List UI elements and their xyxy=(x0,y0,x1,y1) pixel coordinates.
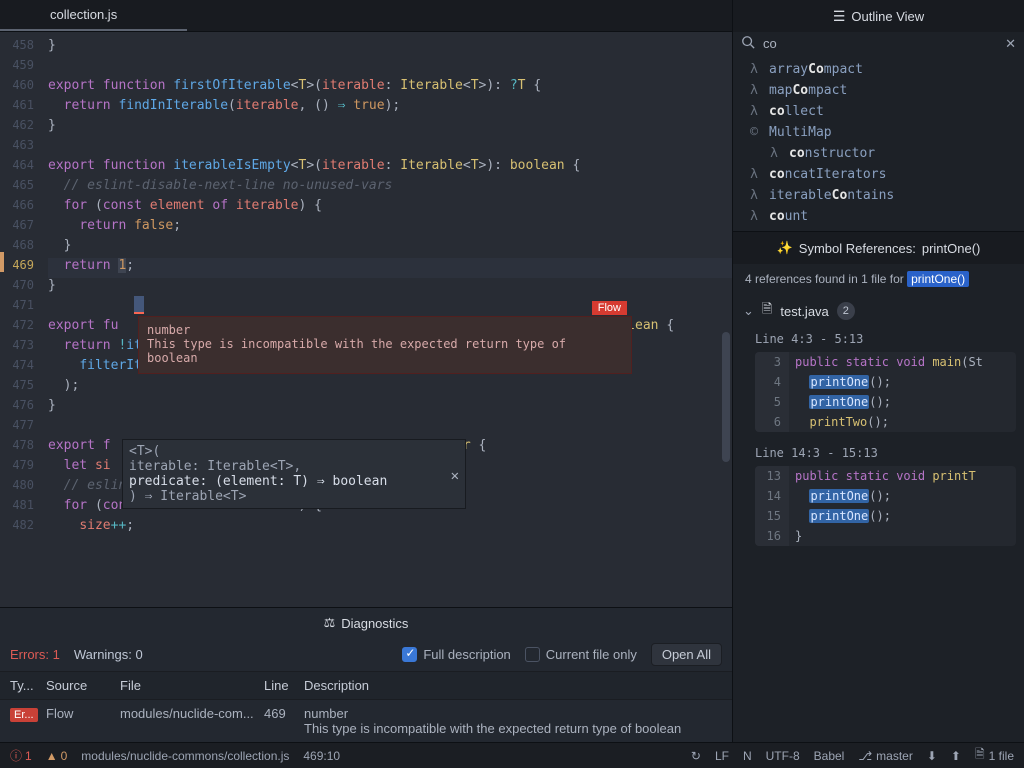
file-icon: 🗎 xyxy=(762,300,772,322)
outline-search: ✕ xyxy=(733,32,1024,55)
flow-badge: Flow xyxy=(592,301,627,315)
tab-filename: collection.js xyxy=(50,7,117,22)
status-warning-count[interactable]: ▲ 0 xyxy=(46,749,68,763)
clear-icon[interactable]: ✕ xyxy=(1005,36,1016,52)
symbol-icon: λ xyxy=(747,209,761,224)
file-icon: 🗎 xyxy=(975,745,985,766)
outline-item[interactable]: λconcatIterators xyxy=(733,164,1024,185)
code-editor[interactable]: 4584594604614624634644654664674684694704… xyxy=(0,32,732,607)
diag-errors-count[interactable]: Errors: 1 xyxy=(10,647,60,662)
flow-error-tooltip: Flow number This type is incompatible wi… xyxy=(138,316,632,374)
checkbox-icon[interactable] xyxy=(402,647,417,662)
tab-collection-js[interactable]: collection.js xyxy=(0,0,187,31)
status-file-path[interactable]: modules/nuclide-commons/collection.js xyxy=(81,749,289,763)
outline-item[interactable]: λcount xyxy=(733,206,1024,227)
full-description-checkbox[interactable]: Full description xyxy=(402,647,510,662)
reference-code-line[interactable]: 16} xyxy=(755,526,1016,546)
status-bar: ⓘ 1 ▲ 0 modules/nuclide-commons/collecti… xyxy=(0,742,1024,768)
warning-icon: ▲ xyxy=(46,749,58,763)
reference-code-line[interactable]: 6 printTwo(); xyxy=(755,412,1016,432)
reference-code-line[interactable]: 4 printOne(); xyxy=(755,372,1016,392)
scrollbar-thumb[interactable] xyxy=(722,332,730,462)
status-encoding[interactable]: UTF-8 xyxy=(766,749,800,763)
symbol-icon: λ xyxy=(747,167,761,182)
scales-icon: ⚖ xyxy=(324,615,336,631)
status-language[interactable]: Babel xyxy=(814,749,845,763)
reference-code-line[interactable]: 3public static void main(St xyxy=(755,352,1016,372)
references-header: ✨ Symbol References: printOne() xyxy=(733,232,1024,264)
reference-code-line[interactable]: 13public static void printT xyxy=(755,466,1016,486)
signature-help-tooltip: ✕ <T>( iterable: Iterable<T>, predicate:… xyxy=(122,439,466,509)
status-line-ending[interactable]: LF xyxy=(715,749,729,763)
symbol-icon: λ xyxy=(747,188,761,203)
wand-icon: ✨ xyxy=(777,240,793,256)
symbol-icon: © xyxy=(747,125,761,140)
download-icon[interactable]: ⬇ xyxy=(927,749,937,763)
reference-location[interactable]: Line 14:3 - 15:13 xyxy=(755,442,1024,462)
references-file-header[interactable]: ⌄ 🗎 test.java 2 xyxy=(733,294,1024,328)
error-underline xyxy=(134,296,144,314)
status-n[interactable]: N xyxy=(743,749,752,763)
refresh-icon[interactable]: ↻ xyxy=(691,749,701,763)
outline-item[interactable]: λiterableContains xyxy=(733,185,1024,206)
outline-header: ☰ Outline View xyxy=(733,0,1024,32)
outline-item[interactable]: λconstructor xyxy=(733,143,1024,164)
diag-table-header: Ty... Source File Line Description xyxy=(0,671,732,699)
diag-warnings-count[interactable]: Warnings: 0 xyxy=(74,647,143,662)
status-cursor-position[interactable]: 469:10 xyxy=(303,749,340,763)
chevron-down-icon: ⌄ xyxy=(743,303,754,319)
reference-code-line[interactable]: 15 printOne(); xyxy=(755,506,1016,526)
flow-error-line2: This type is incompatible with the expec… xyxy=(147,337,623,365)
gutter: 4584594604614624634644654664674684694704… xyxy=(0,32,48,538)
reference-code-line[interactable]: 5 printOne(); xyxy=(755,392,1016,412)
outline-item[interactable]: λcollect xyxy=(733,101,1024,122)
branch-icon: ⎇ xyxy=(858,749,872,763)
references-summary: 4 references found in 1 file for printOn… xyxy=(733,264,1024,294)
flow-error-line1: number xyxy=(147,323,623,337)
outline-item[interactable]: λarrayCompact xyxy=(733,59,1024,80)
outline-search-input[interactable] xyxy=(763,36,997,51)
symbol-icon: λ xyxy=(747,62,761,77)
tab-bar: collection.js xyxy=(0,0,732,32)
close-icon[interactable]: ✕ xyxy=(451,468,459,484)
status-file-count[interactable]: 🗎 1 file xyxy=(975,745,1014,766)
symbol-icon: λ xyxy=(747,83,761,98)
symbol-icon: λ xyxy=(767,146,781,161)
checkbox-icon[interactable] xyxy=(525,647,540,662)
symbol-icon: λ xyxy=(747,104,761,119)
upload-icon[interactable]: ⬆ xyxy=(951,749,961,763)
error-badge: Er... xyxy=(10,708,38,722)
current-file-only-checkbox[interactable]: Current file only xyxy=(525,647,637,662)
search-icon xyxy=(741,35,755,52)
table-row[interactable]: Er... Flow modules/nuclide-com... 469 nu… xyxy=(0,699,732,742)
error-icon: ⓘ xyxy=(10,747,22,764)
reference-location[interactable]: Line 4:3 - 5:13 xyxy=(755,328,1024,348)
status-error-count[interactable]: ⓘ 1 xyxy=(10,747,32,764)
list-icon: ☰ xyxy=(833,8,846,25)
count-badge: 2 xyxy=(837,302,855,320)
diagnostics-title: ⚖ Diagnostics xyxy=(0,608,732,638)
outline-item[interactable]: λmapCompact xyxy=(733,80,1024,101)
open-all-button[interactable]: Open All xyxy=(651,643,722,666)
status-branch[interactable]: ⎇ master xyxy=(858,749,913,763)
vertical-scrollbar[interactable] xyxy=(722,32,730,607)
reference-code-line[interactable]: 14 printOne(); xyxy=(755,486,1016,506)
outline-item[interactable]: ©MultiMap xyxy=(733,122,1024,143)
diagnostics-panel: ⚖ Diagnostics Errors: 1 Warnings: 0 Full… xyxy=(0,607,732,742)
